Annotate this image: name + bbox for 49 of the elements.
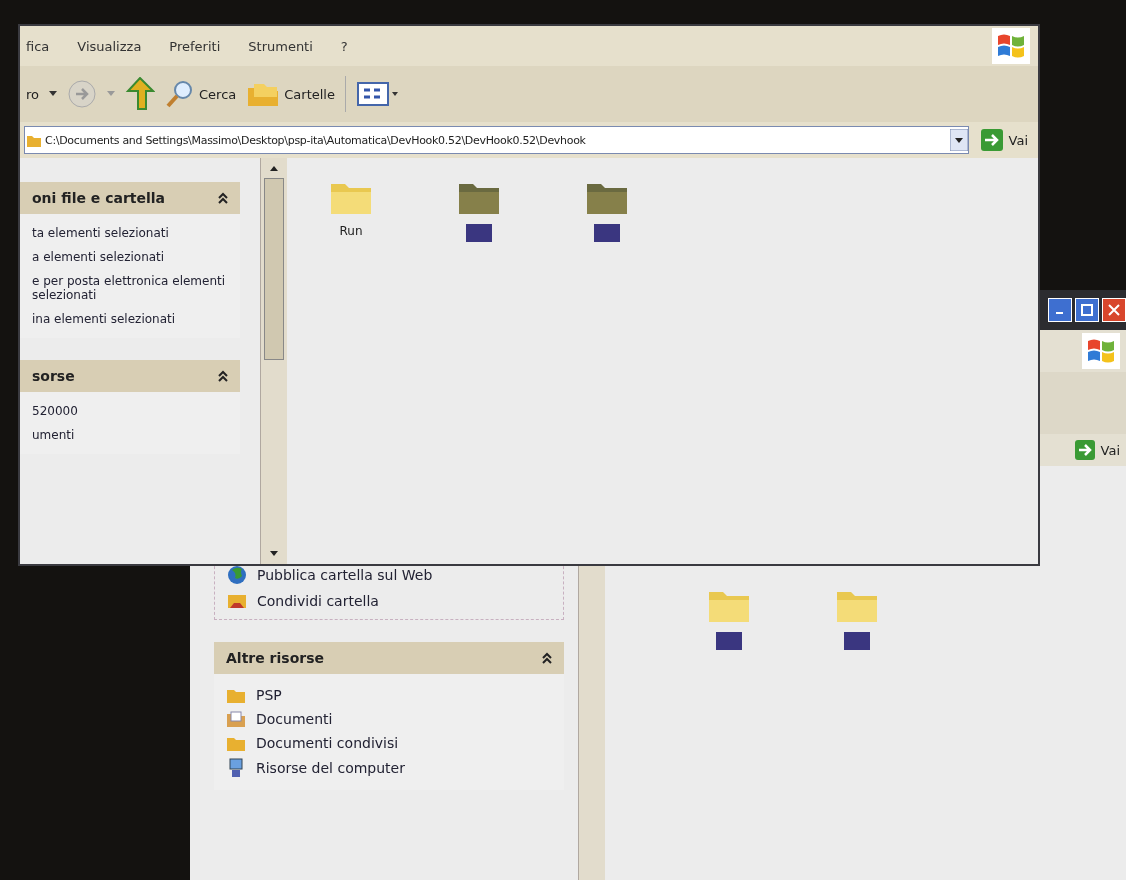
up-folder-icon[interactable]: [125, 77, 155, 111]
task-link[interactable]: a elementi selezionati: [32, 250, 228, 264]
windows-logo-icon: [992, 28, 1030, 64]
menu-item[interactable]: Visualizza: [77, 38, 142, 54]
menu-item[interactable]: Preferiti: [169, 38, 221, 54]
dropdown-arrow-icon[interactable]: [949, 129, 968, 151]
collapse-chevron-icon: [218, 370, 228, 382]
go-button[interactable]: Vai: [974, 129, 1034, 151]
menu-item[interactable]: ?: [340, 38, 348, 54]
collapse-chevron-icon: [542, 652, 552, 664]
views-icon[interactable]: [356, 80, 400, 108]
go-arrow-icon: [1074, 440, 1095, 460]
scrollbar[interactable]: [578, 566, 605, 880]
back-button[interactable]: ro: [26, 86, 39, 102]
dropdown-caret-icon: [107, 91, 115, 97]
task-link[interactable]: 520000: [32, 404, 228, 418]
task-link[interactable]: Condividi cartella: [227, 591, 551, 611]
address-field[interactable]: C:\Documents and Settings\Massimo\Desktop\psp-ita\Automatica\DevHook0.52\DevHook0.52\Devhook: [24, 126, 969, 154]
scrollbar[interactable]: [260, 158, 287, 564]
folder-item[interactable]: Run: [327, 178, 375, 238]
task-link[interactable]: Pubblica cartella sul Web: [227, 565, 551, 585]
close-icon[interactable]: [1102, 298, 1126, 322]
computer-icon: [226, 758, 246, 778]
search-button[interactable]: Cerca: [165, 79, 237, 109]
menu-item[interactable]: fica: [26, 38, 50, 54]
folders-button[interactable]: Cartelle: [246, 80, 335, 108]
place-link[interactable]: PSP: [226, 686, 552, 704]
place-link[interactable]: Documenti condivisi: [226, 734, 552, 752]
task-link[interactable]: ta elementi selezionati: [32, 226, 228, 240]
menu-item[interactable]: Strumenti: [248, 38, 313, 54]
dropdown-caret-icon: [49, 91, 57, 97]
folder-name: Run: [339, 224, 363, 238]
panel-header[interactable]: sorse: [20, 360, 240, 392]
task-link[interactable]: e per posta elettronica elementi selezionati: [32, 274, 228, 302]
maximize-icon[interactable]: [1075, 298, 1099, 322]
place-link[interactable]: Risorse del computer: [226, 758, 552, 778]
panel-header[interactable]: Altre risorse: [214, 642, 564, 674]
go-button[interactable]: Vai: [1068, 440, 1126, 460]
windows-logo-icon: [1082, 333, 1120, 369]
documents-folder-icon: [226, 710, 246, 728]
task-link[interactable]: ina elementi selezionati: [32, 312, 228, 326]
task-link[interactable]: umenti: [32, 428, 228, 442]
globe-icon: [227, 565, 247, 585]
place-link[interactable]: Documenti: [226, 710, 552, 728]
minimize-icon[interactable]: [1048, 298, 1072, 322]
folder-icon: [27, 133, 41, 147]
panel-header[interactable]: oni file e cartella: [20, 182, 240, 214]
collapse-chevron-icon: [218, 192, 228, 204]
search-icon: [165, 79, 195, 109]
